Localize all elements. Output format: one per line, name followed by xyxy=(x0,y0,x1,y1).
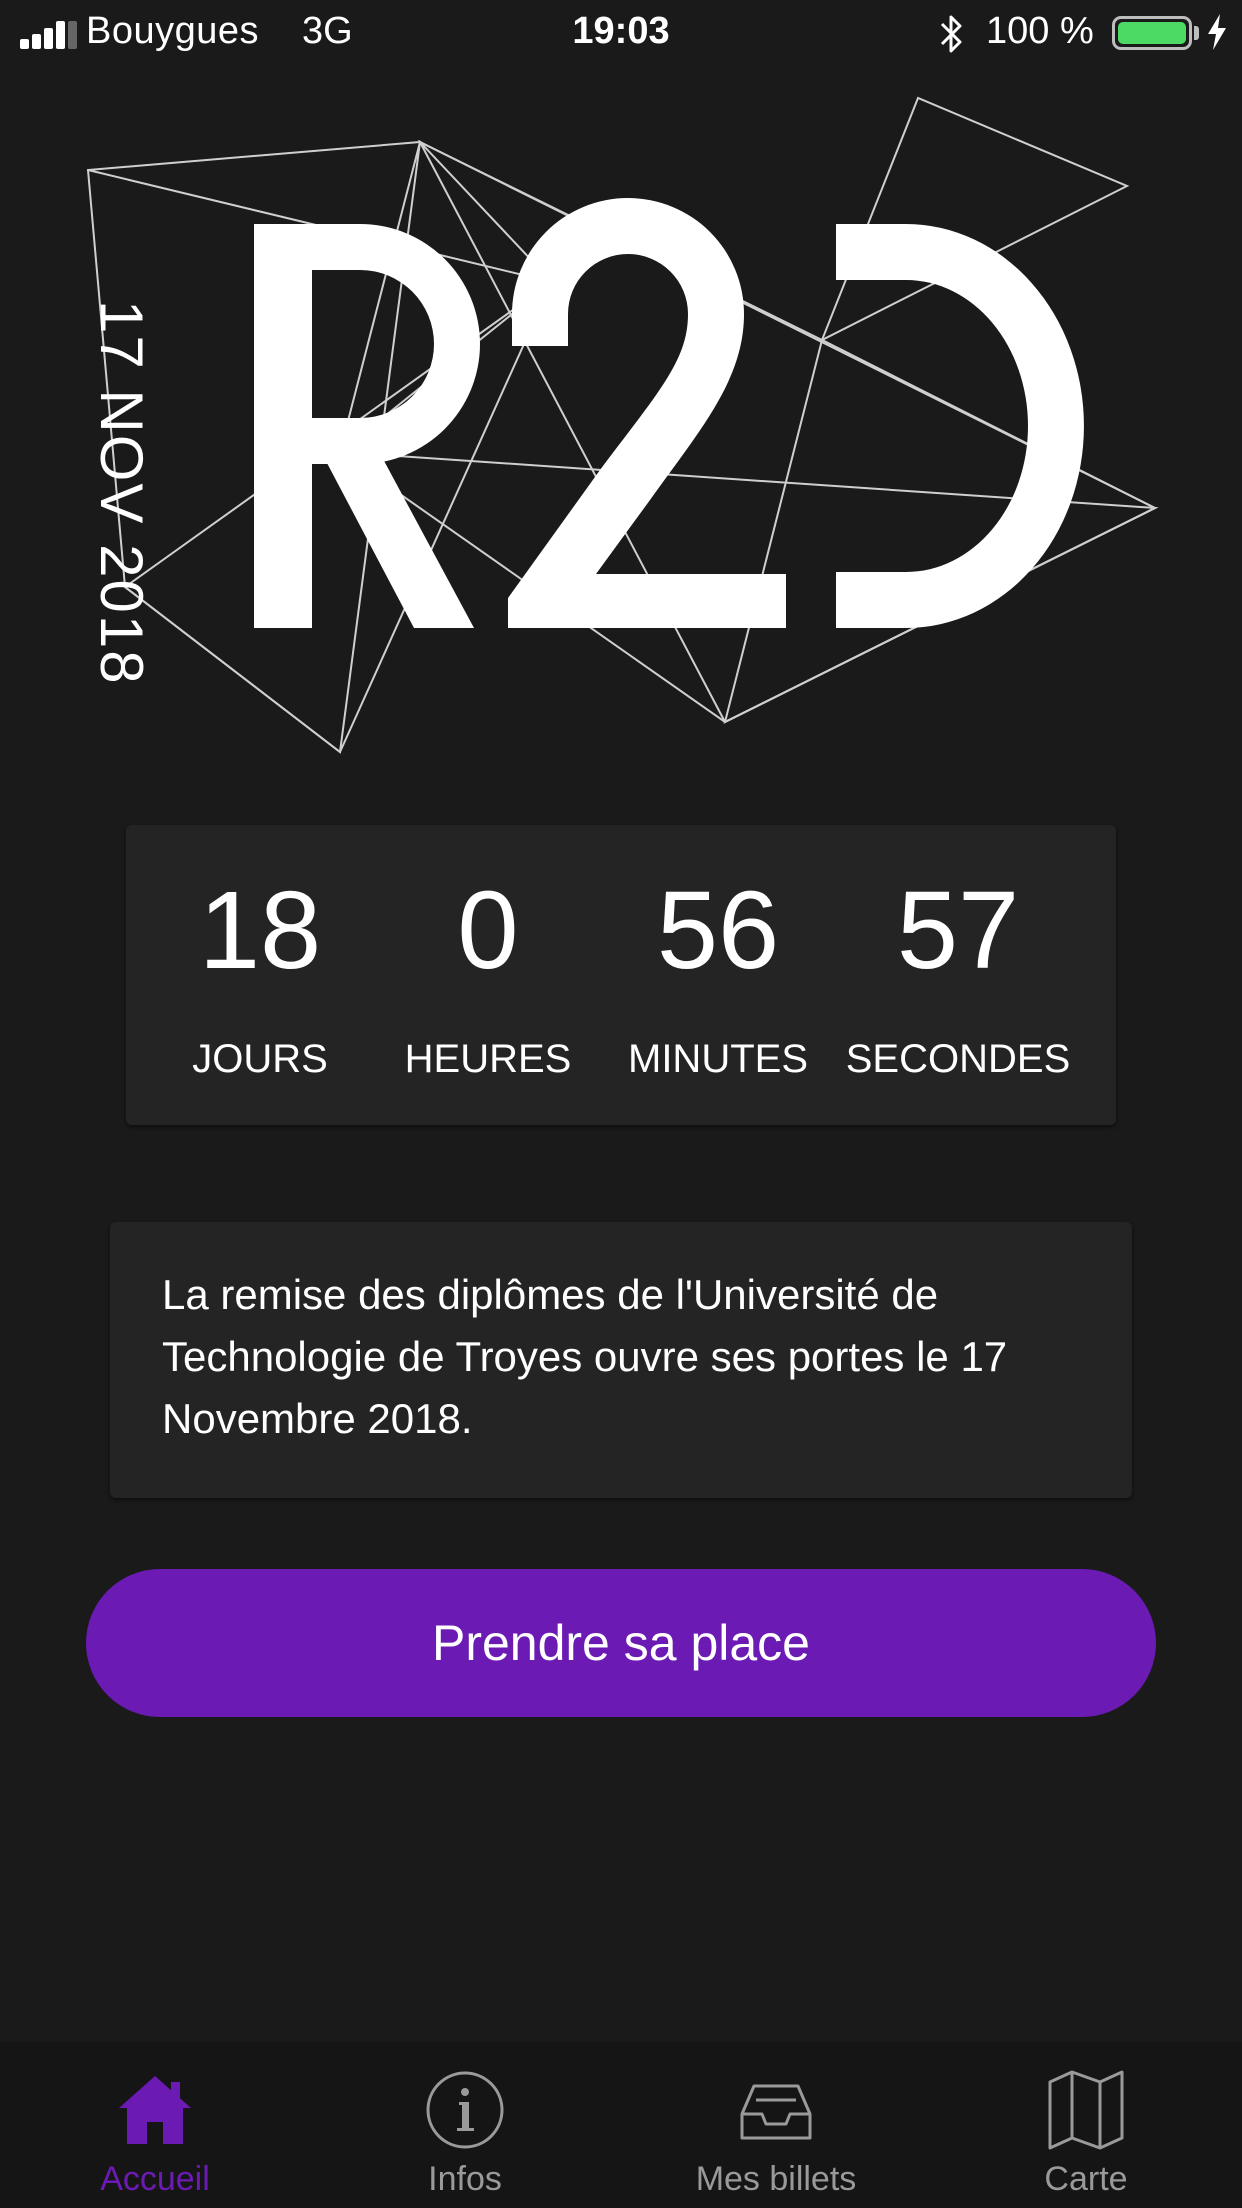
bluetooth-icon xyxy=(940,15,962,53)
tab-mes-billets[interactable]: Mes billets xyxy=(621,2042,931,2208)
info-icon xyxy=(426,2071,504,2149)
tab-accueil-label: Accueil xyxy=(100,2160,210,2198)
tab-infos[interactable]: Infos xyxy=(310,2042,620,2208)
tab-mes-billets-label: Mes billets xyxy=(695,2160,857,2198)
inbox-icon xyxy=(740,2084,812,2140)
battery-icon xyxy=(1112,16,1192,50)
countdown-panel: 18 JOURS 0 HEURES 56 MINUTES 57 SECONDES xyxy=(126,825,1116,1125)
status-bar: Bouygues 3G 19:03 100 % xyxy=(0,0,1242,66)
countdown-minutes-label: MINUTES xyxy=(628,1037,808,1081)
tab-carte-label: Carte xyxy=(1044,2160,1128,2198)
tab-bar: Accueil Infos Mes billets Carte xyxy=(0,2042,1242,2208)
geometric-lines-decoration xyxy=(86,96,1159,754)
event-date-vertical: 17 NOV 2018 xyxy=(88,300,155,686)
get-ticket-button[interactable]: Prendre sa place xyxy=(86,1569,1156,1717)
countdown-hours-label: HEURES xyxy=(404,1037,572,1081)
tab-carte[interactable]: Carte xyxy=(931,2042,1241,2208)
tab-infos-label: Infos xyxy=(428,2160,502,2198)
event-logo: 17 NOV 2018 xyxy=(0,80,1242,780)
countdown-hours-value: 0 xyxy=(457,869,519,992)
map-icon xyxy=(1048,2070,1124,2150)
countdown-days-value: 18 xyxy=(198,869,322,992)
countdown-minutes-value: 56 xyxy=(656,869,780,992)
countdown-seconds-label: SECONDES xyxy=(845,1037,1071,1081)
countdown-days-label: JOURS xyxy=(192,1037,328,1081)
event-description: La remise des diplômes de l'Université d… xyxy=(162,1271,1008,1442)
charging-icon xyxy=(1208,14,1226,50)
battery-percent: 100 % xyxy=(986,10,1094,52)
event-info-card: La remise des diplômes de l'Université d… xyxy=(110,1222,1132,1498)
countdown-seconds-value: 57 xyxy=(896,869,1020,992)
home-icon xyxy=(119,2076,191,2144)
tab-accueil[interactable]: Accueil xyxy=(0,2042,310,2208)
